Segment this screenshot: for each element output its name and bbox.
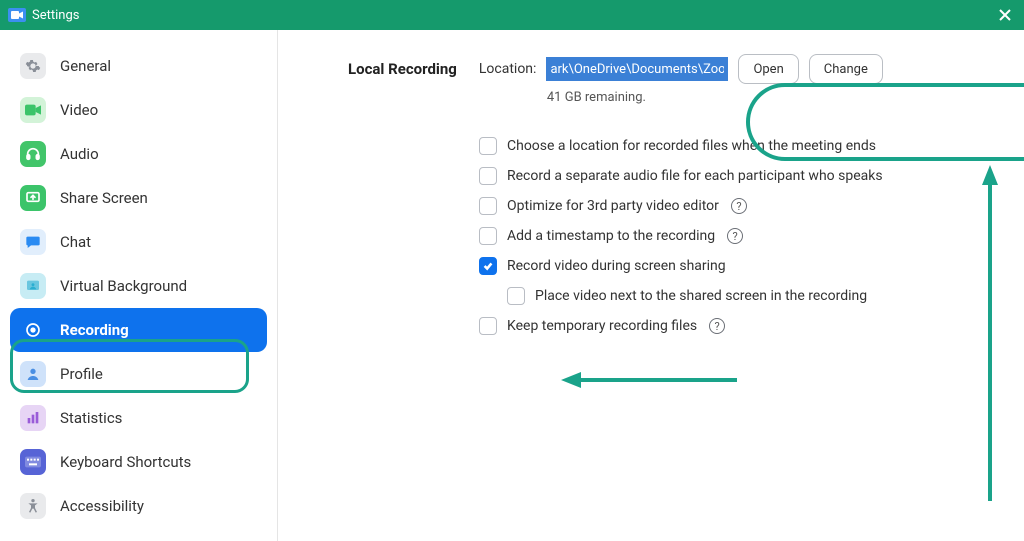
sidebar-item-general[interactable]: General xyxy=(10,44,267,88)
option-row: Choose a location for recorded files whe… xyxy=(479,137,994,155)
video-icon xyxy=(20,97,46,123)
access-icon xyxy=(20,493,46,519)
option-row: Optimize for 3rd party video editor? xyxy=(479,197,994,215)
close-button[interactable] xyxy=(994,4,1016,26)
sidebar-item-label: Keyboard Shortcuts xyxy=(60,453,191,471)
sidebar-item-accessibility[interactable]: Accessibility xyxy=(10,484,267,528)
sidebar-item-virtual-background[interactable]: Virtual Background xyxy=(10,264,267,308)
checkbox[interactable] xyxy=(479,167,497,185)
option-row: Record video during screen sharing xyxy=(479,257,994,275)
option-label: Add a timestamp to the recording xyxy=(507,228,715,244)
sidebar-item-video[interactable]: Video xyxy=(10,88,267,132)
window-title: Settings xyxy=(32,8,79,23)
record-icon xyxy=(20,317,46,343)
sidebar-item-label: Profile xyxy=(60,365,103,383)
option-label: Place video next to the shared screen in… xyxy=(535,288,867,304)
sidebar-item-chat[interactable]: Chat xyxy=(10,220,267,264)
sidebar-item-label: Chat xyxy=(60,233,91,251)
stats-icon xyxy=(20,405,46,431)
share-icon xyxy=(20,185,46,211)
sidebar-item-profile[interactable]: Profile xyxy=(10,352,267,396)
help-icon[interactable]: ? xyxy=(709,318,725,334)
titlebar: Settings xyxy=(0,0,1024,30)
keyboard-icon xyxy=(20,449,46,475)
sidebar-item-label: Recording xyxy=(60,321,129,339)
option-label: Choose a location for recorded files whe… xyxy=(507,138,876,154)
checkbox[interactable] xyxy=(479,137,497,155)
location-input[interactable] xyxy=(546,57,728,81)
sidebar-item-label: Video xyxy=(60,101,98,119)
options-list: Choose a location for recorded files whe… xyxy=(479,137,994,335)
option-row: Place video next to the shared screen in… xyxy=(507,287,994,305)
remaining-text: 41 GB remaining. xyxy=(547,90,883,105)
checkbox[interactable] xyxy=(479,317,497,335)
sidebar-item-audio[interactable]: Audio xyxy=(10,132,267,176)
option-label: Record video during screen sharing xyxy=(507,258,726,274)
content-panel: Local Recording Location: Open Change 41… xyxy=(278,30,1024,541)
section-heading: Local Recording xyxy=(348,54,457,78)
option-label: Keep temporary recording files xyxy=(507,318,697,334)
chat-icon xyxy=(20,229,46,255)
vbg-icon xyxy=(20,273,46,299)
sidebar-item-label: Audio xyxy=(60,145,99,163)
profile-icon xyxy=(20,361,46,387)
sidebar-item-statistics[interactable]: Statistics xyxy=(10,396,267,440)
app-icon xyxy=(8,8,26,22)
gear-icon xyxy=(20,53,46,79)
sidebar-item-label: Share Screen xyxy=(60,189,148,207)
checkbox[interactable] xyxy=(479,227,497,245)
annotation-arrow-horizontal xyxy=(559,368,739,392)
sidebar: General Video Audio Share Screen Chat Virtual… xyxy=(0,30,278,541)
location-label: Location: xyxy=(479,61,537,77)
checkbox[interactable] xyxy=(479,257,497,275)
sidebar-item-recording[interactable]: Recording xyxy=(10,308,267,352)
help-icon[interactable]: ? xyxy=(727,228,743,244)
sidebar-item-label: Accessibility xyxy=(60,497,144,515)
checkbox[interactable] xyxy=(507,287,525,305)
option-row: Keep temporary recording files? xyxy=(479,317,994,335)
sidebar-item-label: Statistics xyxy=(60,409,122,427)
sidebar-item-label: General xyxy=(60,57,111,75)
help-icon[interactable]: ? xyxy=(731,198,747,214)
checkbox[interactable] xyxy=(479,197,497,215)
open-button[interactable]: Open xyxy=(738,54,798,84)
option-row: Add a timestamp to the recording? xyxy=(479,227,994,245)
sidebar-item-share-screen[interactable]: Share Screen xyxy=(10,176,267,220)
option-row: Record a separate audio file for each pa… xyxy=(479,167,994,185)
headphones-icon xyxy=(20,141,46,167)
option-label: Optimize for 3rd party video editor xyxy=(507,198,719,214)
option-label: Record a separate audio file for each pa… xyxy=(507,168,883,184)
sidebar-item-label: Virtual Background xyxy=(60,277,187,295)
sidebar-item-keyboard-shortcuts[interactable]: Keyboard Shortcuts xyxy=(10,440,267,484)
change-button[interactable]: Change xyxy=(809,54,883,84)
